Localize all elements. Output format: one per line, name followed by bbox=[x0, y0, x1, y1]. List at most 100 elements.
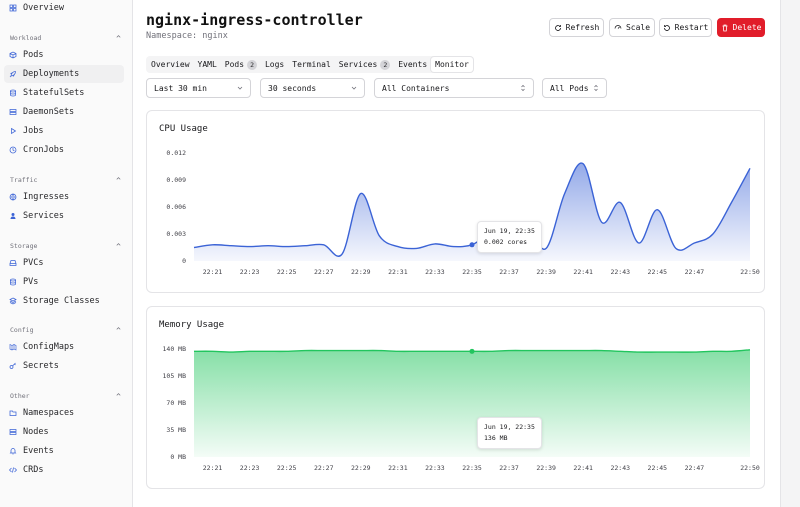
sidebar-item-label: PVCs bbox=[23, 258, 44, 268]
tab-monitor[interactable]: Monitor bbox=[431, 57, 473, 72]
database-icon bbox=[9, 278, 17, 286]
y-tick-label: 0 bbox=[182, 257, 186, 265]
sidebar-item-crds[interactable]: CRDs bbox=[4, 461, 124, 479]
pods-value: All Pods bbox=[550, 83, 589, 93]
sidebar-item-cronjobs[interactable]: CronJobs bbox=[4, 141, 124, 159]
refresh-button[interactable]: Refresh bbox=[549, 18, 604, 37]
sidebar-group-label: Storage bbox=[10, 241, 38, 250]
memory-tooltip-time: Jun 19, 22:35 bbox=[484, 423, 535, 431]
rocket-icon bbox=[9, 70, 17, 78]
sidebar-item-overview[interactable]: Overview bbox=[4, 0, 124, 17]
sidebar-item-daemonsets[interactable]: DaemonSets bbox=[4, 103, 124, 121]
cpu-tooltip-value: 0.002 cores bbox=[484, 238, 528, 246]
cpu-usage-chart[interactable]: 0 0.003 0.006 0.009 0.012 22:21 22:23 22:25 22:2… bbox=[147, 111, 766, 294]
sidebar-group-other[interactable]: Other bbox=[10, 391, 122, 400]
sidebar-item-pvs[interactable]: PVs bbox=[4, 273, 124, 291]
x-tick-label: 22:23 bbox=[240, 268, 260, 276]
x-tick-label: 22:41 bbox=[573, 268, 593, 276]
x-tick-label: 22:27 bbox=[314, 268, 334, 276]
server-icon bbox=[9, 108, 17, 116]
tab-events[interactable]: Events bbox=[394, 57, 431, 72]
cpu-usage-card: CPU Usage 0 0.003 0.006 0.009 0.012 22:21 22:2… bbox=[146, 110, 765, 293]
refresh-interval-select[interactable]: 30 seconds bbox=[260, 78, 365, 98]
y-tick-label: 35 MB bbox=[166, 426, 186, 434]
x-tick-label: 22:21 bbox=[203, 268, 223, 276]
time-range-select[interactable]: Last 30 min bbox=[146, 78, 251, 98]
tab-overview[interactable]: Overview bbox=[147, 57, 194, 72]
sidebar-item-label: Storage Classes bbox=[23, 296, 100, 306]
restart-button[interactable]: Restart bbox=[659, 18, 712, 37]
sidebar-group-storage[interactable]: Storage bbox=[10, 241, 122, 250]
sidebar-item-nodes[interactable]: Nodes bbox=[4, 423, 124, 441]
x-tick-label: 22:39 bbox=[536, 464, 556, 472]
tab-yaml[interactable]: YAML bbox=[194, 57, 221, 72]
sidebar-item-pvcs[interactable]: PVCs bbox=[4, 254, 124, 272]
server-icon bbox=[9, 428, 17, 436]
tab-terminal[interactable]: Terminal bbox=[288, 57, 335, 72]
sidebar-item-deployments[interactable]: Deployments bbox=[4, 65, 124, 83]
sidebar-item-pods[interactable]: Pods bbox=[4, 46, 124, 64]
hard-drive-icon bbox=[9, 259, 17, 267]
x-tick-label: 22:33 bbox=[425, 464, 445, 472]
x-tick-label: 22:31 bbox=[388, 268, 408, 276]
sidebar-item-jobs[interactable]: Jobs bbox=[4, 122, 124, 140]
key-icon bbox=[9, 362, 17, 370]
sidebar-item-storage-classes[interactable]: Storage Classes bbox=[4, 292, 124, 310]
hover-point bbox=[469, 242, 475, 248]
x-tick-label: 22:43 bbox=[610, 464, 630, 472]
tab-label: Terminal bbox=[292, 60, 331, 69]
sidebar-group-workload[interactable]: Workload bbox=[10, 33, 122, 42]
box-icon bbox=[9, 51, 17, 59]
x-tick-label: 22:35 bbox=[462, 268, 482, 276]
hover-point bbox=[469, 348, 475, 354]
sidebar-group-label: Other bbox=[10, 391, 30, 400]
tab-label: Events bbox=[398, 60, 428, 69]
namespace-label: Namespace: nginx bbox=[146, 31, 228, 41]
chevron-down-icon bbox=[237, 86, 243, 90]
sidebar-item-label: Nodes bbox=[23, 427, 49, 437]
memory-usage-chart[interactable]: 0 MB 35 MB 70 MB 105 MB 140 MB 22:21 22:23 22:2… bbox=[147, 307, 766, 490]
chevron-up-icon bbox=[115, 391, 122, 400]
delete-button[interactable]: Delete bbox=[717, 18, 765, 37]
sidebar-item-configmaps[interactable]: ConfigMaps bbox=[4, 338, 124, 356]
code-icon bbox=[9, 466, 17, 474]
sidebar-item-label: Deployments bbox=[23, 69, 80, 79]
sidebar-item-label: PVs bbox=[23, 277, 39, 287]
tab-logs[interactable]: Logs bbox=[261, 57, 288, 72]
refresh-label: Refresh bbox=[565, 23, 600, 32]
sidebar-group-config[interactable]: Config bbox=[10, 325, 122, 334]
x-tick-label: 22:25 bbox=[277, 268, 297, 276]
scale-button[interactable]: Scale bbox=[609, 18, 655, 37]
memory-tooltip-value: 136 MB bbox=[484, 434, 508, 442]
memory-tooltip: Jun 19, 22:35 136 MB bbox=[477, 417, 542, 449]
sidebar-group-traffic[interactable]: Traffic bbox=[10, 175, 122, 184]
time-range-value: Last 30 min bbox=[154, 83, 207, 93]
tab-label: Overview bbox=[151, 60, 190, 69]
sidebar-item-services[interactable]: Services bbox=[4, 207, 124, 225]
tab-pods[interactable]: Pods 2 bbox=[221, 57, 261, 72]
tab-label: Services bbox=[338, 60, 378, 69]
refresh-interval-value: 30 seconds bbox=[268, 83, 317, 93]
sidebar-item-statefulsets[interactable]: StatefulSets bbox=[4, 84, 124, 102]
sidebar-item-label: CronJobs bbox=[23, 145, 64, 155]
pods-select[interactable]: All Pods bbox=[542, 78, 607, 98]
tab-services[interactable]: Services 2 bbox=[335, 57, 394, 72]
sidebar-group-label: Traffic bbox=[10, 175, 38, 184]
count-badge: 2 bbox=[380, 59, 391, 70]
container-select[interactable]: All Containers bbox=[374, 78, 534, 98]
tab-label: YAML bbox=[197, 60, 217, 69]
sidebar-item-secrets[interactable]: Secrets bbox=[4, 357, 124, 375]
sidebar-item-ingresses[interactable]: Ingresses bbox=[4, 188, 124, 206]
sidebar-item-events[interactable]: Events bbox=[4, 442, 124, 460]
chevron-up-icon bbox=[115, 175, 122, 184]
y-tick-label: 0.012 bbox=[166, 149, 186, 157]
x-tick-label: 22:23 bbox=[240, 464, 260, 472]
x-tick-label: 22:45 bbox=[648, 268, 668, 276]
x-tick-label: 22:29 bbox=[351, 268, 371, 276]
sidebar-item-namespaces[interactable]: Namespaces bbox=[4, 404, 124, 422]
bell-icon bbox=[9, 447, 17, 455]
delete-label: Delete bbox=[732, 23, 762, 32]
play-icon bbox=[9, 127, 17, 135]
restart-label: Restart bbox=[674, 23, 709, 32]
x-tick-label: 22:39 bbox=[536, 268, 556, 276]
